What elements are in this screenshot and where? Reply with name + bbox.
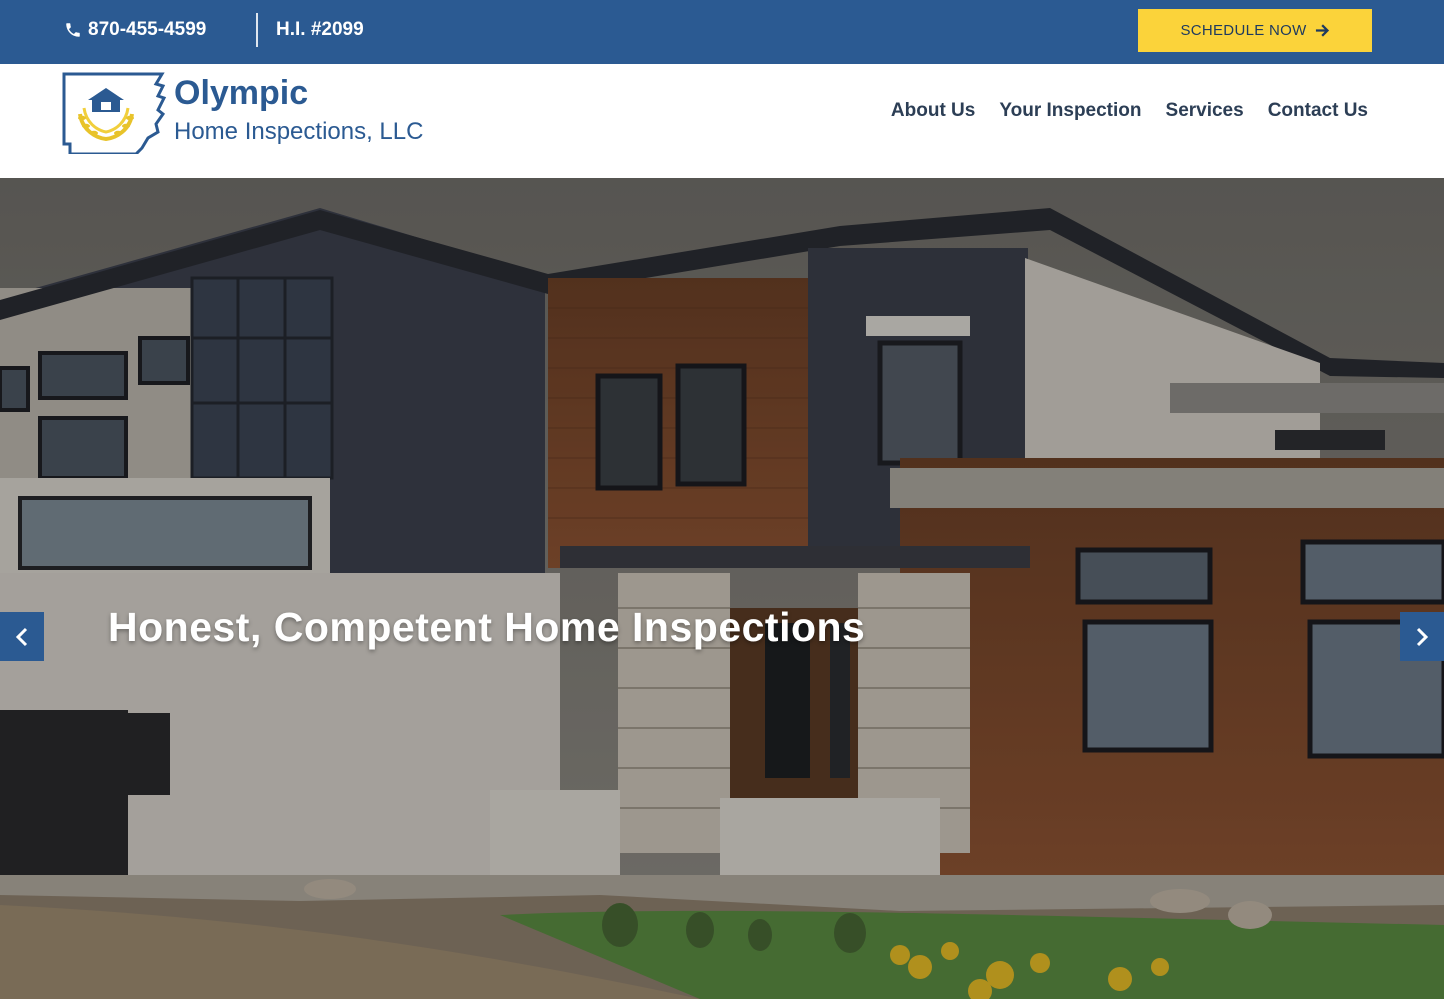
top-bar: 870-455-4599 H.I. #2099 SCHEDULE NOW — [0, 0, 1444, 64]
phone-icon — [66, 23, 80, 37]
arkansas-logo-icon[interactable] — [60, 70, 170, 154]
landscaping-image — [0, 875, 1444, 999]
lawn-image — [0, 875, 1444, 999]
topbar-divider — [256, 13, 258, 47]
hero-title: Honest, Competent Home Inspections — [108, 604, 866, 650]
slider-prev-button[interactable] — [0, 612, 44, 661]
hero-slider: Honest, Competent Home Inspections — [0, 178, 1444, 875]
hero-house-image — [0, 178, 1444, 875]
site-header: Olympic Home Inspections, LLC About Us Y… — [0, 64, 1444, 178]
nav-contact-us[interactable]: Contact Us — [1268, 100, 1368, 122]
arrow-right-icon — [1315, 24, 1329, 37]
chevron-right-icon — [1416, 627, 1429, 646]
main-nav: About Us Your Inspection Services Contac… — [891, 100, 1368, 122]
brand-subtitle: Home Inspections, LLC — [174, 118, 424, 145]
phone-link[interactable]: 870-455-4599 — [64, 17, 206, 43]
phone-number: 870-455-4599 — [88, 19, 207, 40]
chevron-left-icon — [15, 627, 28, 646]
slider-next-button[interactable] — [1400, 612, 1444, 661]
schedule-now-label: SCHEDULE NOW — [1180, 22, 1307, 39]
brand-name: Olympic — [174, 74, 309, 112]
nav-your-inspection[interactable]: Your Inspection — [999, 100, 1141, 122]
license-number: H.I. #2099 — [276, 19, 364, 40]
nav-services[interactable]: Services — [1166, 100, 1244, 122]
schedule-now-button[interactable]: SCHEDULE NOW — [1138, 9, 1372, 52]
nav-about-us[interactable]: About Us — [891, 100, 975, 122]
